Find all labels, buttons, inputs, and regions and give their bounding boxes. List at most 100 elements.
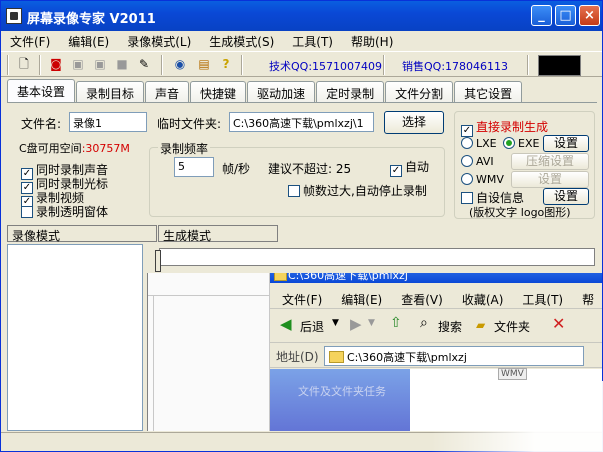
record-mode-header[interactable]: 录像模式: [7, 225, 157, 243]
status-bar: [1, 432, 602, 452]
menu-file[interactable]: 文件(F): [1, 31, 59, 51]
close-button[interactable]: ×: [579, 5, 600, 26]
exe-settings-button[interactable]: 设置: [543, 135, 589, 152]
explorer-menu-file[interactable]: 文件(F): [270, 287, 329, 308]
tab-split[interactable]: 文件分割: [385, 81, 454, 103]
stop-icon[interactable]: ▣: [91, 55, 109, 73]
menu-tools[interactable]: 工具(T): [283, 31, 342, 51]
avi-radio[interactable]: AVI: [461, 155, 494, 168]
tab-record-target[interactable]: 录制目标: [76, 81, 145, 103]
direct-gen-checkbox[interactable]: ✓ 直接录制生成: [461, 118, 548, 137]
search-label[interactable]: 搜索: [438, 318, 462, 335]
up-folder-icon[interactable]: ⇧: [390, 315, 402, 331]
explorer-menu-view[interactable]: 查看(V): [389, 287, 450, 308]
app-icon: [6, 8, 22, 24]
wmv-settings-button[interactable]: 设置: [511, 171, 589, 188]
auto-stop-checkbox[interactable]: 帧数过大,自动停止录制: [288, 182, 427, 199]
toolbar-separator: [161, 55, 163, 75]
gen-mode-header[interactable]: 生成模式: [158, 225, 278, 243]
auto-fps-checkbox[interactable]: ✓ 自动: [390, 158, 429, 177]
help-icon[interactable]: ?: [217, 55, 235, 73]
record-list[interactable]: [7, 244, 143, 431]
slider-track: [159, 248, 595, 266]
fps-suggestion: 建议不超过: 25: [268, 162, 352, 176]
avi-label: AVI: [476, 155, 494, 168]
explorer-menu: 文件(F) 编辑(E) 查看(V) 收藏(A) 工具(T) 帮: [270, 287, 602, 309]
radio-circle: [461, 137, 473, 149]
globe-icon[interactable]: ◉: [171, 55, 189, 73]
auto-stop-label: 帧数过大,自动停止录制: [303, 184, 427, 198]
tech-qq: 技术QQ:1571007409: [269, 60, 383, 73]
tab-timer[interactable]: 定时录制: [316, 81, 385, 103]
menu-gen-mode[interactable]: 生成模式(S): [200, 31, 283, 51]
forward-dropdown-icon[interactable]: ▼: [368, 318, 375, 328]
slider-thumb[interactable]: [155, 250, 161, 272]
back-dropdown-icon[interactable]: ▼: [332, 318, 339, 328]
toolbar: 🗋 ◙ ▣ ▣ ■ ✎ ◉ ▤ ? 技术QQ:1571007409 销售QQ:1…: [1, 51, 602, 77]
tab-other[interactable]: 其它设置: [454, 81, 523, 103]
explorer-window: C:\360高速下载\pmlxzj 文件(F) 编辑(E) 查看(V) 收藏(A…: [270, 273, 602, 431]
timeline-slider[interactable]: [155, 248, 595, 272]
maximize-button[interactable]: □: [555, 5, 576, 26]
camera-icon[interactable]: ■: [113, 55, 131, 73]
menu-edit[interactable]: 编辑(E): [59, 31, 118, 51]
lxe-radio[interactable]: LXE: [461, 137, 497, 150]
back-label[interactable]: 后退: [300, 318, 324, 335]
pencil-icon[interactable]: ✎: [135, 55, 153, 73]
self-info-settings-button[interactable]: 设置: [543, 188, 589, 205]
address-label: 地址(D): [276, 350, 319, 364]
explorer-menu-favorites[interactable]: 收藏(A): [450, 287, 511, 308]
title-bar[interactable]: 屏幕录像专家 V2011 _ □ ×: [1, 1, 602, 31]
menu-record-mode[interactable]: 录像模式(L): [118, 31, 200, 51]
filename-input[interactable]: 录像1: [69, 112, 147, 132]
compress-settings-button[interactable]: 压缩设置: [511, 153, 589, 170]
exe-radio[interactable]: EXE: [503, 137, 539, 150]
menu-bar: 文件(F) 编辑(E) 录像模式(L) 生成模式(S) 工具(T) 帮助(H): [1, 31, 602, 51]
new-file-icon[interactable]: 🗋: [15, 55, 33, 73]
tab-basic[interactable]: 基本设置: [7, 79, 76, 103]
explorer-menu-help[interactable]: 帮: [570, 287, 601, 308]
window-title: 屏幕录像专家 V2011: [27, 12, 156, 27]
tab-divider: [7, 102, 597, 103]
explorer-menu-edit[interactable]: 编辑(E): [329, 287, 389, 308]
minimize-button[interactable]: _: [531, 5, 552, 26]
checkbox-box: ✓: [390, 165, 402, 177]
record-transparent-label: 录制透明窗体: [36, 205, 109, 219]
record-icon[interactable]: ◙: [47, 55, 65, 73]
toolbar-separator: [39, 55, 41, 75]
preview-divider: [148, 295, 154, 431]
auto-fps-label: 自动: [405, 160, 430, 174]
explorer-title: C:\360高速下载\pmlxzj: [270, 273, 602, 283]
explorer-menu-tools[interactable]: 工具(T): [510, 287, 570, 308]
address-input[interactable]: C:\360高速下载\pmlxzj: [324, 346, 584, 366]
record-transparent-checkbox[interactable]: 录制透明窗体: [21, 203, 108, 220]
radio-circle: [461, 173, 473, 185]
pause-icon[interactable]: ▣: [69, 55, 87, 73]
disk-space-value: :30757M: [81, 142, 130, 155]
fps-input[interactable]: 5: [174, 157, 214, 177]
tab-sound[interactable]: 声音: [145, 81, 190, 103]
sales-qq: 销售QQ:178046113: [402, 60, 509, 73]
explorer-body: 文件及文件夹任务 WMV: [270, 368, 602, 431]
fps-unit: 帧/秒: [222, 162, 251, 176]
browse-button[interactable]: 选择: [384, 111, 444, 134]
forward-arrow-icon[interactable]: ▶: [350, 315, 362, 333]
wmv-radio[interactable]: WMV: [461, 173, 504, 186]
checkbox-box: ✓: [461, 125, 473, 137]
preview-divider: [148, 295, 270, 296]
folders-icon[interactable]: ▰: [476, 318, 485, 332]
tab-driver[interactable]: 驱动加速: [247, 81, 316, 103]
folders-label[interactable]: 文件夹: [494, 318, 530, 335]
main-window: 屏幕录像专家 V2011 _ □ × 文件(F) 编辑(E) 录像模式(L) 生…: [0, 0, 603, 452]
settings-tabs: 基本设置 录制目标 声音 快捷键 驱动加速 定时录制 文件分割 其它设置: [7, 79, 523, 103]
gift-icon[interactable]: ▤: [195, 55, 213, 73]
filename-label: 文件名:: [21, 117, 62, 131]
back-arrow-icon[interactable]: ◀: [280, 315, 292, 333]
delete-icon[interactable]: ✕: [552, 314, 565, 333]
tempdir-input[interactable]: C:\360高速下载\pmlxzj\1: [229, 112, 374, 132]
menu-help[interactable]: 帮助(H): [342, 31, 402, 51]
checkbox-box: [288, 185, 300, 197]
disk-space-label: C盘可用空间:30757M: [19, 140, 130, 156]
search-icon[interactable]: ⌕: [420, 315, 428, 331]
tab-hotkeys[interactable]: 快捷键: [190, 81, 247, 103]
